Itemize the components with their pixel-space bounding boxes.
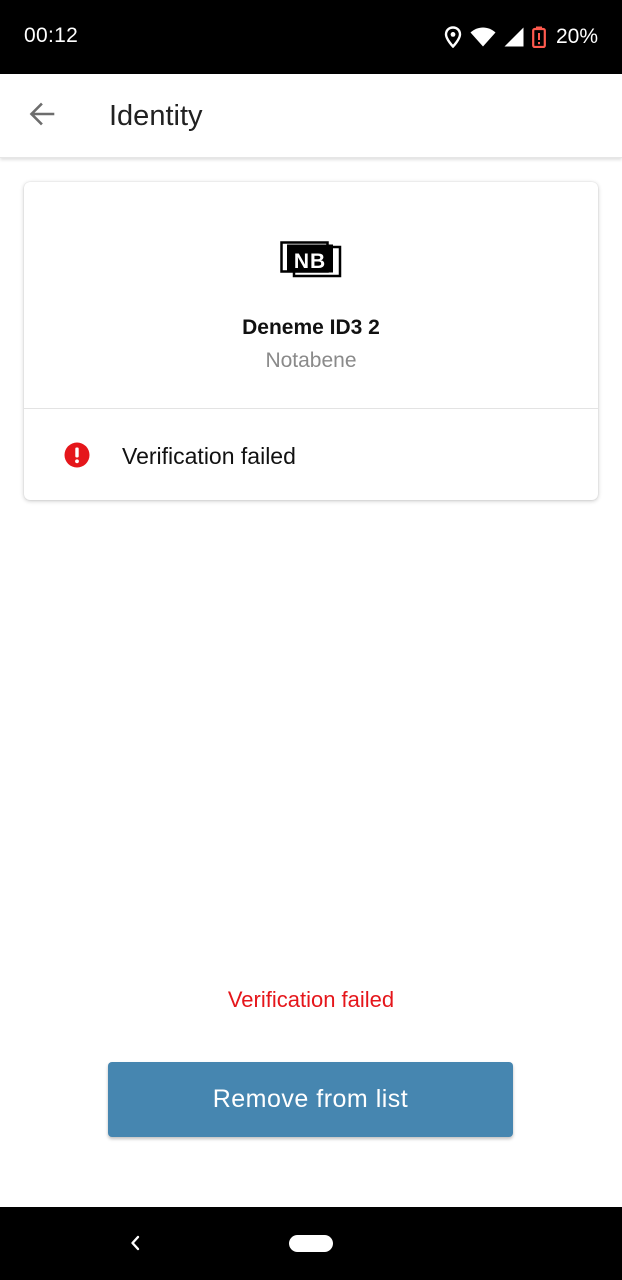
- remove-from-list-button[interactable]: Remove from list: [108, 1062, 513, 1137]
- identity-name: Deneme ID3 2: [242, 316, 380, 339]
- error-message: Verification failed: [227, 987, 395, 1012]
- error-icon: [64, 442, 90, 468]
- identity-card: NB Deneme ID3 2 Notabene Verification fa…: [24, 182, 598, 500]
- location-icon: [444, 26, 462, 48]
- svg-text:NB: NB: [294, 250, 326, 273]
- battery-low-icon: [532, 26, 546, 48]
- status-icons: 20%: [444, 22, 598, 52]
- identity-organization: Notabene: [265, 349, 357, 372]
- verification-status: Verification failed: [122, 443, 296, 469]
- identity-screen: 00:12 20% Identity NB Deneme ID3 2 Notab…: [0, 0, 622, 1280]
- wifi-icon: [470, 27, 496, 47]
- arrow-left-icon: [29, 102, 55, 131]
- signal-icon: [504, 27, 524, 47]
- card-divider: [24, 408, 598, 409]
- nav-home-pill[interactable]: [289, 1235, 333, 1252]
- page-title: Identity: [109, 100, 203, 132]
- battery-percent: 20%: [555, 25, 598, 48]
- back-button[interactable]: [22, 96, 62, 136]
- app-bar: Identity: [0, 74, 622, 158]
- nav-back-icon[interactable]: [124, 1230, 146, 1256]
- status-time: 00:12: [24, 24, 79, 47]
- notabene-logo: NB: [280, 238, 342, 278]
- status-bar: 00:12 20%: [0, 0, 622, 74]
